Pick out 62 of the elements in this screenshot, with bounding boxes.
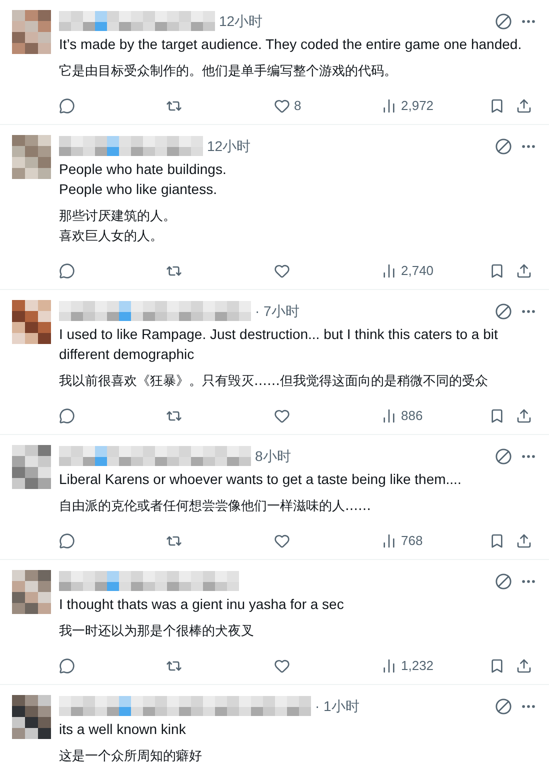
reply-icon[interactable] (59, 533, 75, 549)
share-icon[interactable] (516, 98, 532, 114)
reply-text: I thought thats was a gient inu yasha for a sec (59, 595, 345, 614)
reply-text: I used to like Rampage. Just destruction... but I think this caters to a bit different demographic (59, 325, 499, 364)
reply-text: People who like giantess. (59, 180, 218, 199)
like-icon[interactable] (274, 533, 290, 549)
share-icon[interactable] (516, 533, 532, 549)
reply-icon[interactable] (59, 98, 75, 114)
view-count: 1,232 (401, 657, 434, 676)
reply-icon[interactable] (59, 658, 75, 674)
blurred-avatar (12, 445, 51, 489)
like-count: 8 (294, 97, 302, 116)
views-icon[interactable] (381, 533, 397, 549)
translated-text: 自由派的克伦或者任何想尝尝像他们一样滋味的人…… (59, 498, 372, 516)
reply-text: It’s made by the target audience. They coded the entire game one handed. (59, 35, 523, 54)
bookmark-icon[interactable] (489, 263, 505, 279)
translated-text: 这是一个众所周知的癖好 (59, 748, 203, 766)
reply-text: its a well known kink (59, 720, 187, 739)
bookmark-icon[interactable] (489, 408, 505, 424)
translated-text: 我一时还以为那是个很棒的犬夜叉 (59, 623, 255, 641)
views-icon[interactable] (381, 98, 397, 114)
blurred-avatar (12, 570, 51, 614)
share-icon[interactable] (516, 263, 532, 279)
bookmark-icon[interactable] (489, 98, 505, 114)
grok-icon[interactable] (495, 448, 512, 464)
views-icon[interactable] (381, 408, 397, 424)
translated-text: 它是由目标受众制作的。他们是单手编写整个游戏的代码。 (59, 63, 398, 81)
translated-text: 喜欢巨人女的人。 (59, 228, 164, 246)
share-icon[interactable] (516, 658, 532, 674)
view-count: 886 (401, 407, 423, 426)
views-icon[interactable] (381, 263, 397, 279)
share-icon[interactable] (516, 408, 532, 424)
grok-icon[interactable] (495, 138, 512, 154)
reply-text: Liberal Karens or whoever wants to get a taste being like them.... (59, 470, 462, 489)
translated-text: 那些讨厌建筑的人。 (59, 208, 177, 226)
like-icon[interactable] (274, 98, 290, 114)
bookmark-icon[interactable] (489, 658, 505, 674)
reply-icon[interactable] (59, 263, 75, 279)
view-count: 2,972 (401, 97, 434, 116)
blurred-avatar (12, 135, 51, 179)
timestamp: 8小时 (255, 446, 291, 466)
reply-icon[interactable] (59, 408, 75, 424)
bookmark-icon[interactable] (489, 533, 505, 549)
blurred-avatar (12, 10, 51, 54)
timestamp: 12小时 (219, 12, 263, 30)
reply-text: People who hate buildings. (59, 160, 228, 179)
views-icon[interactable] (381, 658, 397, 674)
translated-text: 我以前很喜欢《狂暴》。只有毁灭……但我觉得这面向的是稍微不同的受众 (59, 373, 489, 391)
like-icon[interactable] (274, 263, 290, 279)
grok-icon[interactable] (495, 572, 512, 590)
view-count: 768 (401, 532, 423, 550)
timestamp: · 1小时 (315, 696, 360, 716)
timestamp: 12小时 (207, 136, 251, 156)
like-icon[interactable] (274, 658, 290, 674)
view-count: 2,740 (401, 262, 434, 280)
blurred-avatar (12, 300, 51, 344)
grok-icon[interactable] (495, 302, 512, 320)
grok-icon[interactable] (495, 12, 512, 30)
timestamp: · 7小时 (255, 302, 300, 320)
grok-icon[interactable] (495, 698, 512, 714)
blurred-avatar (12, 695, 51, 739)
like-icon[interactable] (274, 408, 290, 424)
